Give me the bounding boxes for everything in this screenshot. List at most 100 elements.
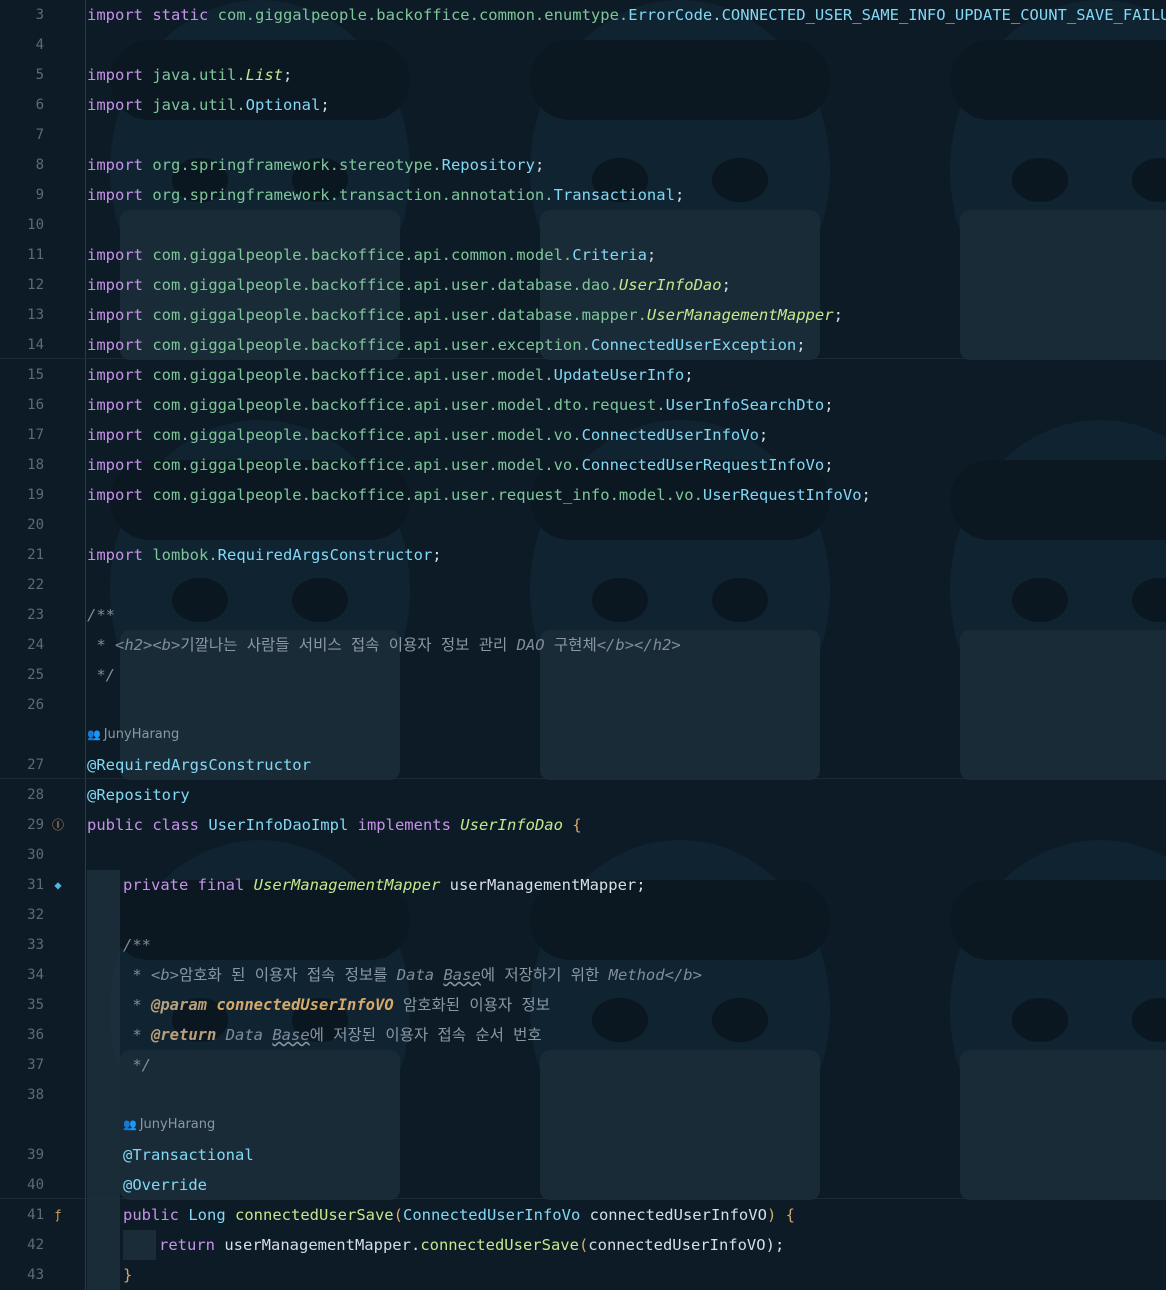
code-line-7[interactable]: 7 bbox=[0, 120, 1166, 150]
line-number[interactable]: 42 bbox=[0, 1230, 44, 1260]
line-number[interactable]: 6 bbox=[0, 90, 44, 120]
code-token: UpdateUserInfo bbox=[553, 366, 685, 384]
line-number[interactable]: 33 bbox=[0, 930, 44, 960]
line-number[interactable]: 12 bbox=[0, 270, 44, 300]
line-number[interactable]: 24 bbox=[0, 630, 44, 660]
code-line-38[interactable]: 38 bbox=[0, 1080, 1166, 1110]
code-line-35[interactable]: 35 * @param connectedUserInfoVO 암호화된 이용자… bbox=[0, 990, 1166, 1020]
code-line-24[interactable]: 24 * <h2><b>기깔나는 사람들 서비스 접속 이용자 정보 관리 DA… bbox=[0, 630, 1166, 660]
line-number[interactable]: 15 bbox=[0, 360, 44, 390]
line-number[interactable]: 29 bbox=[0, 810, 44, 840]
line-number[interactable]: 38 bbox=[0, 1080, 44, 1110]
code-line-29[interactable]: 29 Ⓘpublic class UserInfoDaoImpl implemen… bbox=[0, 810, 1166, 840]
code-line-40[interactable]: 40 @Override bbox=[0, 1170, 1166, 1200]
author-inlay-hint[interactable]: 👥 JunyHarang bbox=[123, 1110, 215, 1140]
line-number[interactable]: 34 bbox=[0, 960, 44, 990]
line-number[interactable]: 25 bbox=[0, 660, 44, 690]
code-line-22[interactable]: 22 bbox=[0, 570, 1166, 600]
implementation-icon[interactable]: Ⓘ bbox=[50, 810, 66, 840]
code-line-3[interactable]: 3 import static com.giggalpeople.backoffi… bbox=[0, 0, 1166, 30]
line-number[interactable]: 13 bbox=[0, 300, 44, 330]
line-number[interactable]: 18 bbox=[0, 450, 44, 480]
code-line-19[interactable]: 19 import com.giggalpeople.backoffice.api… bbox=[0, 480, 1166, 510]
line-number[interactable]: 32 bbox=[0, 900, 44, 930]
line-number[interactable]: 43 bbox=[0, 1260, 44, 1290]
code-token: Data bbox=[396, 966, 444, 984]
line-number[interactable]: 41 bbox=[0, 1200, 44, 1230]
code-line-36[interactable]: 36 * @return Data Base에 저장된 이용자 접속 순서 번호 bbox=[0, 1020, 1166, 1050]
code-line-6[interactable]: 6 import java.util.Optional; bbox=[0, 90, 1166, 120]
code-token: com.giggalpeople.backoffice.api.user.exc… bbox=[152, 336, 591, 354]
code-line-17[interactable]: 17 import com.giggalpeople.backoffice.api… bbox=[0, 420, 1166, 450]
line-number[interactable]: 9 bbox=[0, 180, 44, 210]
code-text: import com.giggalpeople.backoffice.api.u… bbox=[87, 330, 806, 360]
code-line-12[interactable]: 12 import com.giggalpeople.backoffice.api… bbox=[0, 270, 1166, 300]
code-line-9[interactable]: 9 import org.springframework.transaction.… bbox=[0, 180, 1166, 210]
code-token: { bbox=[785, 1206, 795, 1224]
line-number[interactable]: 10 bbox=[0, 210, 44, 240]
code-token: RequiredArgsConstructor bbox=[217, 546, 433, 564]
code-token: ; bbox=[861, 486, 871, 504]
code-line-18[interactable]: 18 import com.giggalpeople.backoffice.api… bbox=[0, 450, 1166, 480]
code-token: List bbox=[245, 66, 283, 84]
line-number[interactable]: 31 bbox=[0, 870, 44, 900]
code-editor[interactable]: 3 import static com.giggalpeople.backoffi… bbox=[0, 0, 1166, 1290]
code-token: ErrorCode bbox=[628, 6, 713, 24]
line-number[interactable]: 11 bbox=[0, 240, 44, 270]
code-line-8[interactable]: 8 import org.springframework.stereotype.R… bbox=[0, 150, 1166, 180]
line-number[interactable]: 22 bbox=[0, 570, 44, 600]
line-number[interactable]: 26 bbox=[0, 690, 44, 720]
line-number[interactable]: 35 bbox=[0, 990, 44, 1020]
line-number[interactable]: 21 bbox=[0, 540, 44, 570]
line-number[interactable]: 3 bbox=[0, 0, 44, 30]
line-number[interactable]: 37 bbox=[0, 1050, 44, 1080]
code-line-15[interactable]: 15 import com.giggalpeople.backoffice.api… bbox=[0, 360, 1166, 390]
code-text: private final UserManagementMapper userM… bbox=[123, 870, 646, 900]
code-line-31[interactable]: 31 ◆ private final UserManagementMapper us… bbox=[0, 870, 1166, 900]
author-inlay-hint[interactable]: 👥 JunyHarang bbox=[87, 720, 179, 750]
line-number[interactable]: 4 bbox=[0, 30, 44, 60]
code-line-39[interactable]: 39 @Transactional bbox=[0, 1140, 1166, 1170]
code-line-26[interactable]: 26 bbox=[0, 690, 1166, 720]
code-line-25[interactable]: 25 */ bbox=[0, 660, 1166, 690]
line-number[interactable]: 5 bbox=[0, 60, 44, 90]
line-number[interactable]: 27 bbox=[0, 750, 44, 780]
code-line-13[interactable]: 13 import com.giggalpeople.backoffice.api… bbox=[0, 300, 1166, 330]
code-line-14[interactable]: 14 import com.giggalpeople.backoffice.api… bbox=[0, 330, 1166, 360]
code-line-16[interactable]: 16 import com.giggalpeople.backoffice.api… bbox=[0, 390, 1166, 420]
line-number[interactable]: 28 bbox=[0, 780, 44, 810]
code-line-23[interactable]: 23 /** bbox=[0, 600, 1166, 630]
line-number[interactable]: 23 bbox=[0, 600, 44, 630]
code-line-30[interactable]: 30 bbox=[0, 840, 1166, 870]
line-number[interactable]: 30 bbox=[0, 840, 44, 870]
code-text: public Long connectedUserSave(ConnectedU… bbox=[123, 1200, 795, 1230]
code-line-5[interactable]: 5 import java.util.List; bbox=[0, 60, 1166, 90]
line-number[interactable]: 17 bbox=[0, 420, 44, 450]
line-number[interactable]: 39 bbox=[0, 1140, 44, 1170]
code-line-20[interactable]: 20 bbox=[0, 510, 1166, 540]
code-token: UserInfoSearchDto bbox=[665, 396, 825, 414]
code-line-37[interactable]: 37 */ bbox=[0, 1050, 1166, 1080]
line-number[interactable]: 8 bbox=[0, 150, 44, 180]
line-number[interactable]: 20 bbox=[0, 510, 44, 540]
code-line-28[interactable]: 28 @Repository bbox=[0, 780, 1166, 810]
code-line-21[interactable]: 21 import lombok.RequiredArgsConstructor; bbox=[0, 540, 1166, 570]
line-number[interactable]: 19 bbox=[0, 480, 44, 510]
line-number[interactable]: 16 bbox=[0, 390, 44, 420]
line-number[interactable]: 40 bbox=[0, 1170, 44, 1200]
line-number[interactable]: 36 bbox=[0, 1020, 44, 1050]
code-line-41[interactable]: 41 ƒ public Long connectedUserSave(Connect… bbox=[0, 1200, 1166, 1230]
code-line-11[interactable]: 11 import com.giggalpeople.backoffice.api… bbox=[0, 240, 1166, 270]
code-line-42[interactable]: 42 return userManagementMapper.connectedU… bbox=[0, 1230, 1166, 1260]
code-line-4[interactable]: 4 bbox=[0, 30, 1166, 60]
code-line-43[interactable]: 43} bbox=[0, 1260, 1166, 1290]
bean-icon[interactable]: ◆ bbox=[50, 870, 66, 900]
line-number[interactable]: 14 bbox=[0, 330, 44, 360]
code-line-32[interactable]: 32 bbox=[0, 900, 1166, 930]
override-method-icon[interactable]: ƒ bbox=[50, 1200, 66, 1230]
code-line-27[interactable]: 27 @RequiredArgsConstructor bbox=[0, 750, 1166, 780]
code-line-10[interactable]: 10 bbox=[0, 210, 1166, 240]
code-line-33[interactable]: 33 /** bbox=[0, 930, 1166, 960]
code-line-34[interactable]: 34 * <b>암호화 된 이용자 접속 정보를 Data Base에 저장하기… bbox=[0, 960, 1166, 990]
line-number[interactable]: 7 bbox=[0, 120, 44, 150]
